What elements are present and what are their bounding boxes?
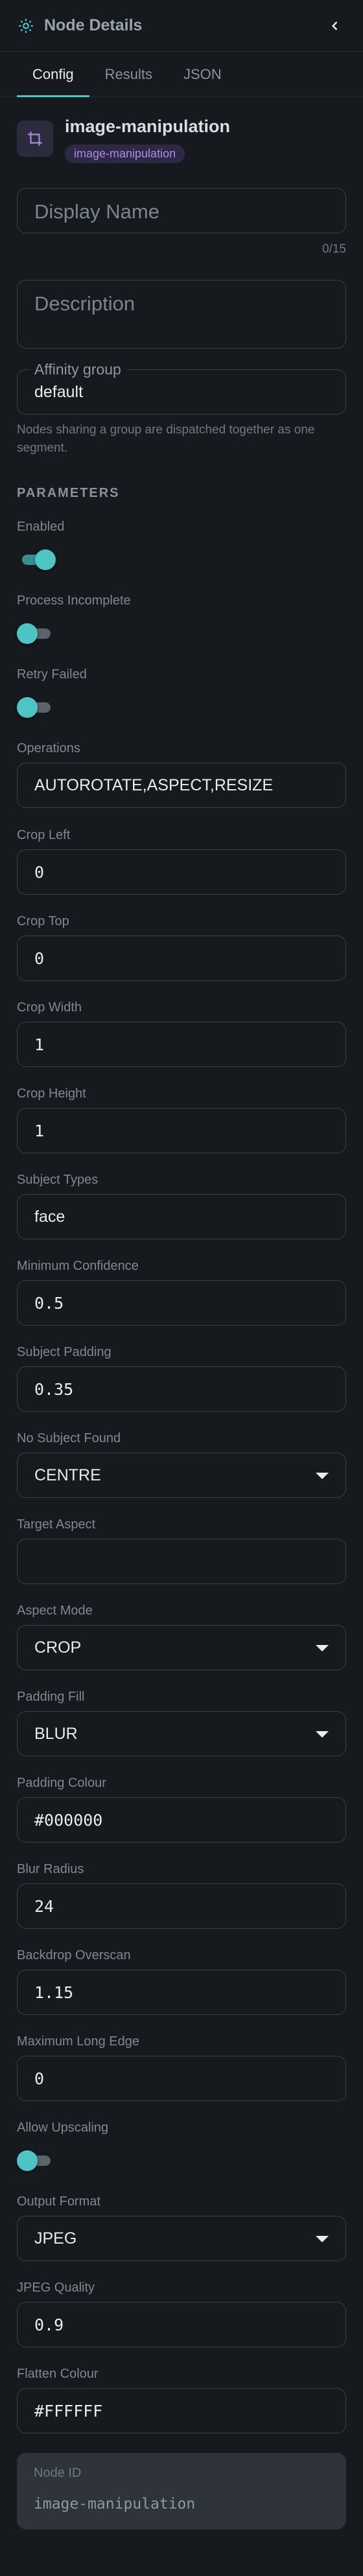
tab-results[interactable]: Results	[89, 52, 168, 97]
backdrop-overscan-label: Backdrop Overscan	[17, 1948, 131, 1962]
crop-height-input[interactable]: 1	[17, 1108, 346, 1153]
blur-radius-input[interactable]: 24	[17, 1883, 346, 1929]
operations-input[interactable]: AUTOROTATE,ASPECT,RESIZE	[17, 763, 346, 808]
subject-types-label: Subject Types	[17, 1173, 99, 1187]
description-input[interactable]: Description	[17, 280, 346, 349]
description-placeholder: Description	[34, 292, 135, 315]
node-header: image-manipulation image-manipulation	[17, 115, 346, 163]
no-subject-found-value: CENTRE	[34, 1466, 101, 1484]
padding-fill-value: BLUR	[34, 1724, 78, 1743]
output-format-value: JPEG	[34, 2229, 77, 2248]
node-id-field: Node ID image-manipulation	[17, 2453, 346, 2529]
output-format-select[interactable]: JPEG	[17, 2216, 346, 2261]
tab-json[interactable]: JSON	[168, 52, 237, 97]
chevron-left-icon[interactable]	[324, 15, 346, 37]
node-id-label: Node ID	[34, 2466, 82, 2480]
affinity-group-value: default	[34, 383, 84, 401]
target-aspect-input[interactable]	[17, 1539, 346, 1584]
jpeg-quality-input[interactable]: 0.9	[17, 2302, 346, 2347]
maximum-long-edge-label: Maximum Long Edge	[17, 2034, 139, 2049]
affinity-group-input[interactable]: Affinity group default	[17, 361, 346, 415]
flatten-colour-input[interactable]: #FFFFFF	[17, 2388, 346, 2433]
subject-types-input[interactable]: face	[17, 1194, 346, 1239]
crop-left-input[interactable]: 0	[17, 849, 346, 895]
display-name-input[interactable]: Display Name	[17, 188, 346, 233]
caret-down-icon	[316, 1731, 329, 1738]
enabled-toggle[interactable]	[17, 547, 56, 573]
crop-width-label: Crop Width	[17, 1000, 82, 1015]
crop-left-label: Crop Left	[17, 828, 71, 842]
caret-down-icon	[316, 1645, 329, 1651]
padding-fill-label: Padding Fill	[17, 1690, 85, 1704]
affinity-group-helper: Nodes sharing a group are dispatched tog…	[17, 423, 315, 455]
retry-failed-label: Retry Failed	[17, 667, 87, 682]
aspect-mode-label: Aspect Mode	[17, 1604, 93, 1618]
no-subject-found-select[interactable]: CENTRE	[17, 1453, 346, 1498]
parameters-heading: PARAMETERS	[17, 486, 120, 500]
panel-header: Node Details	[0, 0, 363, 52]
crop-top-input[interactable]: 0	[17, 936, 346, 981]
crop-top-label: Crop Top	[17, 914, 69, 928]
crop-height-label: Crop Height	[17, 1087, 86, 1101]
jpeg-quality-label: JPEG Quality	[17, 2281, 95, 2295]
process-incomplete-label: Process Incomplete	[17, 593, 131, 608]
no-subject-found-label: No Subject Found	[17, 1431, 121, 1445]
display-name-placeholder: Display Name	[34, 200, 159, 223]
enabled-label: Enabled	[17, 520, 65, 534]
maximum-long-edge-input[interactable]: 0	[17, 2056, 346, 2101]
gear-icon	[17, 17, 35, 35]
allow-upscaling-label: Allow Upscaling	[17, 2121, 109, 2135]
caret-down-icon	[316, 1473, 329, 1479]
minimum-confidence-input[interactable]: 0.5	[17, 1280, 346, 1326]
crop-icon	[17, 121, 53, 157]
node-id-value: image-manipulation	[34, 2496, 196, 2513]
affinity-group-label: Affinity group	[29, 361, 126, 378]
operations-label: Operations	[17, 741, 80, 755]
allow-upscaling-toggle[interactable]	[17, 2148, 56, 2174]
padding-fill-select[interactable]: BLUR	[17, 1711, 346, 1756]
tab-config[interactable]: Config	[17, 52, 89, 97]
subject-padding-label: Subject Padding	[17, 1345, 111, 1359]
crop-width-input[interactable]: 1	[17, 1022, 346, 1067]
panel-title: Node Details	[44, 16, 143, 34]
subject-padding-input[interactable]: 0.35	[17, 1366, 346, 1412]
blur-radius-label: Blur Radius	[17, 1862, 84, 1876]
process-incomplete-toggle[interactable]	[17, 621, 56, 647]
display-name-counter: 0/15	[322, 242, 346, 256]
caret-down-icon	[316, 2236, 329, 2242]
node-type-badge: image-manipulation	[65, 144, 185, 163]
tab-bar: Config Results JSON	[0, 52, 363, 97]
padding-colour-label: Padding Colour	[17, 1776, 106, 1790]
aspect-mode-select[interactable]: CROP	[17, 1625, 346, 1670]
output-format-label: Output Format	[17, 2194, 100, 2209]
target-aspect-label: Target Aspect	[17, 1517, 96, 1532]
node-name: image-manipulation	[65, 117, 231, 136]
retry-failed-toggle[interactable]	[17, 695, 56, 720]
backdrop-overscan-input[interactable]: 1.15	[17, 1970, 346, 2015]
minimum-confidence-label: Minimum Confidence	[17, 1259, 139, 1273]
flatten-colour-label: Flatten Colour	[17, 2367, 99, 2381]
aspect-mode-value: CROP	[34, 1638, 82, 1657]
padding-colour-input[interactable]: #000000	[17, 1797, 346, 1843]
